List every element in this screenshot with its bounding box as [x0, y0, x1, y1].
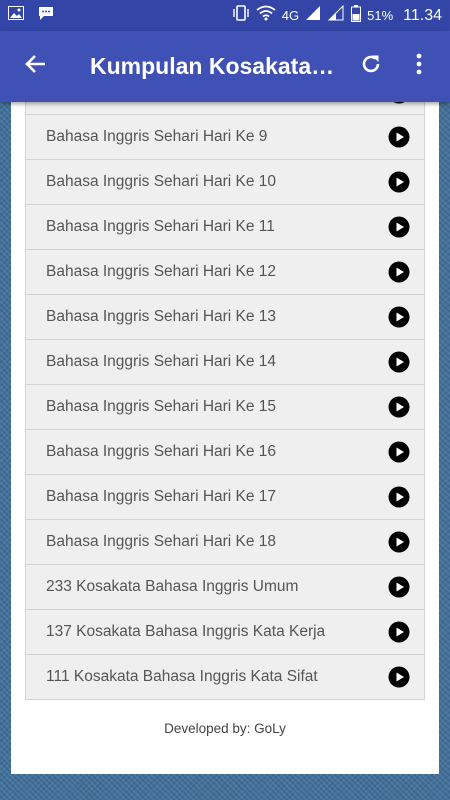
list-item[interactable]: Bahasa Inggris Sehari Hari Ke 13 [26, 295, 424, 340]
list-item-label: Bahasa Inggris Sehari Hari Ke 13 [46, 308, 277, 325]
play-icon[interactable] [388, 441, 410, 463]
list-item-label: Bahasa Inggris Sehari Hari Ke 9 [46, 128, 268, 145]
play-icon[interactable] [388, 666, 410, 688]
play-icon[interactable] [388, 396, 410, 418]
play-icon[interactable] [388, 531, 410, 553]
content-card: Bahasa Inggris Sehari Hari Ke 9 Bahasa In… [11, 102, 439, 774]
list-item[interactable]: Bahasa Inggris Sehari Hari Ke 11 [26, 205, 424, 250]
refresh-button[interactable] [349, 31, 393, 102]
more-options-button[interactable] [399, 31, 439, 102]
list-item-label: 137 Kosakata Bahasa Inggris Kata Kerja [46, 623, 326, 640]
app-bar: Kumpulan Kosakata… [0, 31, 450, 102]
list-item-label: Bahasa Inggris Sehari Hari Ke 11 [46, 218, 275, 235]
list-item[interactable]: Bahasa Inggris Sehari Hari Ke 17 [26, 475, 424, 520]
status-bar: 4G 51% 11.34 [0, 0, 450, 31]
list-item[interactable]: Bahasa Inggris Sehari Hari Ke 10 [26, 160, 424, 205]
list-item[interactable]: Bahasa Inggris Sehari Hari Ke 16 [26, 430, 424, 475]
list-item[interactable]: 111 Kosakata Bahasa Inggris Kata Sifat [26, 655, 424, 700]
wifi-icon [256, 5, 276, 26]
footer-credit: Developed by: GoLy [164, 721, 286, 736]
page-title: Kumpulan Kosakata… [90, 53, 335, 79]
play-icon[interactable] [388, 261, 410, 283]
back-button[interactable] [0, 31, 70, 102]
play-icon[interactable] [388, 216, 410, 238]
more-vertical-icon [416, 53, 422, 80]
play-icon[interactable] [388, 486, 410, 508]
list-item-label: 111 Kosakata Bahasa Inggris Kata Sifat [46, 668, 318, 685]
refresh-icon [359, 52, 383, 81]
play-icon[interactable] [388, 621, 410, 643]
status-right: 4G 51% 11.34 [232, 4, 442, 27]
clock: 11.34 [403, 6, 442, 24]
list-item-label: 233 Kosakata Bahasa Inggris Umum [46, 578, 299, 595]
gallery-icon [8, 6, 24, 25]
list-item[interactable]: Bahasa Inggris Sehari Hari Ke 9 [26, 115, 424, 160]
list-item-label: Bahasa Inggris Sehari Hari Ke 15 [46, 398, 277, 415]
list-item[interactable]: 233 Kosakata Bahasa Inggris Umum [26, 565, 424, 610]
play-icon[interactable] [388, 102, 410, 104]
list-item-label: Bahasa Inggris Sehari Hari Ke 10 [46, 173, 277, 190]
list-item[interactable]: 137 Kosakata Bahasa Inggris Kata Kerja [26, 610, 424, 655]
vibrate-icon [232, 5, 250, 26]
play-icon[interactable] [388, 126, 410, 148]
list-item-label: Bahasa Inggris Sehari Hari Ke 17 [46, 488, 277, 505]
list-item[interactable]: Bahasa Inggris Sehari Hari Ke 15 [26, 385, 424, 430]
play-icon[interactable] [388, 351, 410, 373]
network-type: 4G [281, 8, 300, 23]
status-left [8, 6, 54, 26]
list-item[interactable]: Bahasa Inggris Sehari Hari Ke 18 [26, 520, 424, 565]
play-icon[interactable] [388, 306, 410, 328]
list-item[interactable]: Bahasa Inggris Sehari Hari Ke 14 [26, 340, 424, 385]
list-item-label: Bahasa Inggris Sehari Hari Ke 12 [46, 263, 277, 280]
chat-icon [38, 6, 54, 26]
lesson-list: Bahasa Inggris Sehari Hari Ke 9 Bahasa In… [25, 102, 425, 700]
battery-percent: 51% [367, 8, 394, 23]
signal-icon [305, 5, 322, 26]
play-icon[interactable] [388, 171, 410, 193]
list-item[interactable]: Bahasa Inggris Sehari Hari Ke 12 [26, 250, 424, 295]
back-arrow-icon [24, 53, 46, 80]
battery-icon [351, 4, 362, 27]
list-item-label: Bahasa Inggris Sehari Hari Ke 18 [46, 533, 277, 550]
list-item[interactable] [26, 102, 424, 115]
list-item-label: Bahasa Inggris Sehari Hari Ke 16 [46, 443, 277, 460]
signal-icon-2 [327, 4, 345, 26]
play-icon[interactable] [388, 576, 410, 598]
list-item-label: Bahasa Inggris Sehari Hari Ke 14 [46, 353, 277, 370]
